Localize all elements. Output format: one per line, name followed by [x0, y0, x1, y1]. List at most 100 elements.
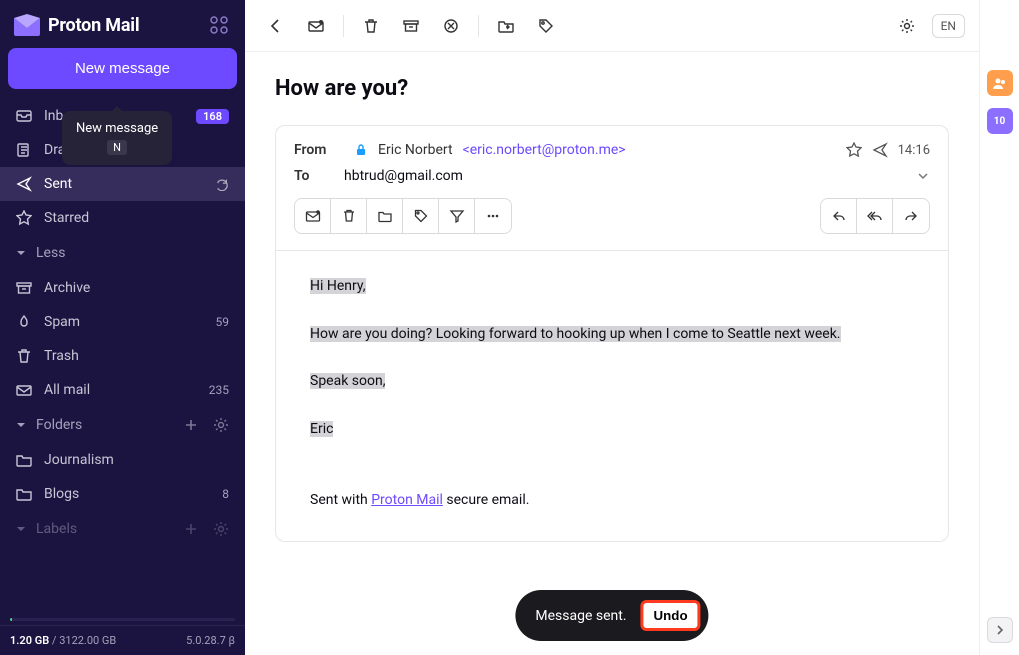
- labels-header[interactable]: Labels: [0, 511, 245, 547]
- less-label: Less: [36, 245, 65, 261]
- new-message-button[interactable]: New message: [8, 48, 237, 89]
- more-actions-button[interactable]: [475, 199, 511, 233]
- labels-title: Labels: [36, 521, 77, 537]
- toolbar: EN: [245, 0, 979, 52]
- storage-used: 1.20 GB: [10, 634, 49, 647]
- body-signature: Eric: [310, 421, 333, 437]
- inbox-count-badge: 168: [196, 109, 229, 124]
- delete-button[interactable]: [354, 9, 388, 43]
- sidebar-item-archive[interactable]: Archive: [0, 271, 245, 305]
- calendar-app-icon[interactable]: 10: [987, 108, 1013, 134]
- spam-button[interactable]: [434, 9, 468, 43]
- contacts-app-icon[interactable]: [987, 70, 1013, 96]
- folder-icon: [16, 486, 32, 502]
- folders-header[interactable]: Folders: [0, 407, 245, 443]
- chevron-down-icon: [16, 524, 26, 534]
- tooltip-shortcut: N: [107, 140, 127, 155]
- storage-progress: [10, 618, 235, 621]
- reply-button[interactable]: [821, 199, 857, 233]
- forward-button[interactable]: [893, 199, 929, 233]
- logo-text: Proton Mail: [48, 15, 139, 36]
- toast-notification: Message sent. Undo: [515, 590, 708, 641]
- allmail-icon: [16, 382, 32, 398]
- archive-icon: [16, 280, 32, 296]
- reply-all-button[interactable]: [857, 199, 893, 233]
- mark-unread-button[interactable]: [295, 199, 331, 233]
- back-button[interactable]: [259, 9, 293, 43]
- body-footer: Sent with Proton Mail secure email.: [310, 489, 914, 513]
- folders-title: Folders: [36, 417, 82, 433]
- sidebar-item-label: Sent: [44, 176, 72, 192]
- star-outline-icon[interactable]: [846, 142, 862, 158]
- spam-icon: [16, 314, 32, 330]
- filter-button[interactable]: [439, 199, 475, 233]
- sidebar-item-trash[interactable]: Trash: [0, 339, 245, 373]
- message-reply-group: [820, 198, 930, 234]
- refresh-icon[interactable]: [215, 177, 229, 191]
- blogs-count: 8: [222, 487, 229, 501]
- storage-bar: 1.20 GB / 3122.00 GB 5.0.28.7 β: [0, 625, 245, 655]
- tooltip-label: New message: [76, 121, 158, 136]
- lock-icon: [354, 143, 368, 157]
- from-label: From: [294, 142, 344, 158]
- message-view: How are you? From Eric Norbert <eric.nor…: [245, 52, 979, 655]
- sidebar-item-starred[interactable]: Starred: [0, 201, 245, 235]
- inbox-icon: [16, 108, 32, 124]
- add-folder-icon[interactable]: [183, 417, 199, 433]
- storage-total: 3122.00 GB: [59, 634, 116, 647]
- chevron-down-icon: [16, 420, 26, 430]
- folder-blogs[interactable]: Blogs 8: [0, 477, 245, 511]
- proton-mail-link[interactable]: Proton Mail: [371, 492, 443, 508]
- body-line: How are you doing? Looking forward to ho…: [310, 326, 841, 342]
- message-body: Hi Henry, How are you doing? Looking for…: [276, 251, 948, 541]
- move-to-button[interactable]: [367, 199, 403, 233]
- sidebar-item-label: Archive: [44, 280, 90, 296]
- sidebar-item-label: Blogs: [44, 486, 79, 502]
- folder-icon: [16, 452, 32, 468]
- sidebar-item-allmail[interactable]: All mail 235: [0, 373, 245, 407]
- expand-recipients-icon[interactable]: [916, 169, 930, 183]
- star-icon: [16, 210, 32, 226]
- message-action-group-left: [294, 198, 512, 234]
- trash-icon: [16, 348, 32, 364]
- logo-row: Proton Mail: [0, 0, 245, 48]
- right-rail: 10: [979, 0, 1019, 655]
- language-selector[interactable]: EN: [932, 14, 965, 38]
- folder-nav: Inb 168 Drafts Sent Starred Less: [0, 99, 245, 618]
- sidebar-item-label: Trash: [44, 348, 79, 364]
- body-closing: Speak soon,: [310, 373, 385, 389]
- drafts-icon: [16, 142, 32, 158]
- add-label-icon[interactable]: [183, 521, 199, 537]
- sidebar-item-label: Spam: [44, 314, 80, 330]
- undo-button[interactable]: Undo: [641, 600, 701, 631]
- sidebar-item-label: Inb: [44, 108, 63, 124]
- from-address[interactable]: <eric.norbert@proton.me>: [463, 142, 626, 158]
- unread-button[interactable]: [299, 9, 333, 43]
- apps-grid-icon[interactable]: [209, 15, 229, 35]
- body-greeting: Hi Henry,: [310, 278, 366, 294]
- less-toggle[interactable]: Less: [0, 235, 245, 271]
- sent-indicator-icon: [872, 142, 888, 158]
- spam-count: 59: [216, 315, 230, 329]
- to-label: To: [294, 168, 344, 184]
- folders-settings-icon[interactable]: [213, 417, 229, 433]
- to-address: hbtrud@gmail.com: [344, 168, 463, 184]
- sidebar-item-label: All mail: [44, 382, 90, 398]
- label-as-button[interactable]: [403, 199, 439, 233]
- trash-button[interactable]: [331, 199, 367, 233]
- settings-button[interactable]: [890, 9, 924, 43]
- folder-journalism[interactable]: Journalism: [0, 443, 245, 477]
- main-panel: EN How are you? From Eric Norbert <eric.…: [245, 0, 979, 655]
- labels-settings-icon[interactable]: [213, 521, 229, 537]
- new-message-tooltip: New message N: [62, 111, 172, 165]
- label-button[interactable]: [529, 9, 563, 43]
- chevron-down-icon: [16, 248, 26, 258]
- collapse-rail-button[interactable]: [987, 617, 1013, 643]
- sidebar-item-spam[interactable]: Spam 59: [0, 305, 245, 339]
- move-button[interactable]: [489, 9, 523, 43]
- toast-text: Message sent.: [535, 608, 626, 624]
- sidebar-item-sent[interactable]: Sent: [0, 167, 245, 201]
- app-version: 5.0.28.7 β: [186, 634, 235, 647]
- archive-button[interactable]: [394, 9, 428, 43]
- allmail-count: 235: [209, 383, 229, 397]
